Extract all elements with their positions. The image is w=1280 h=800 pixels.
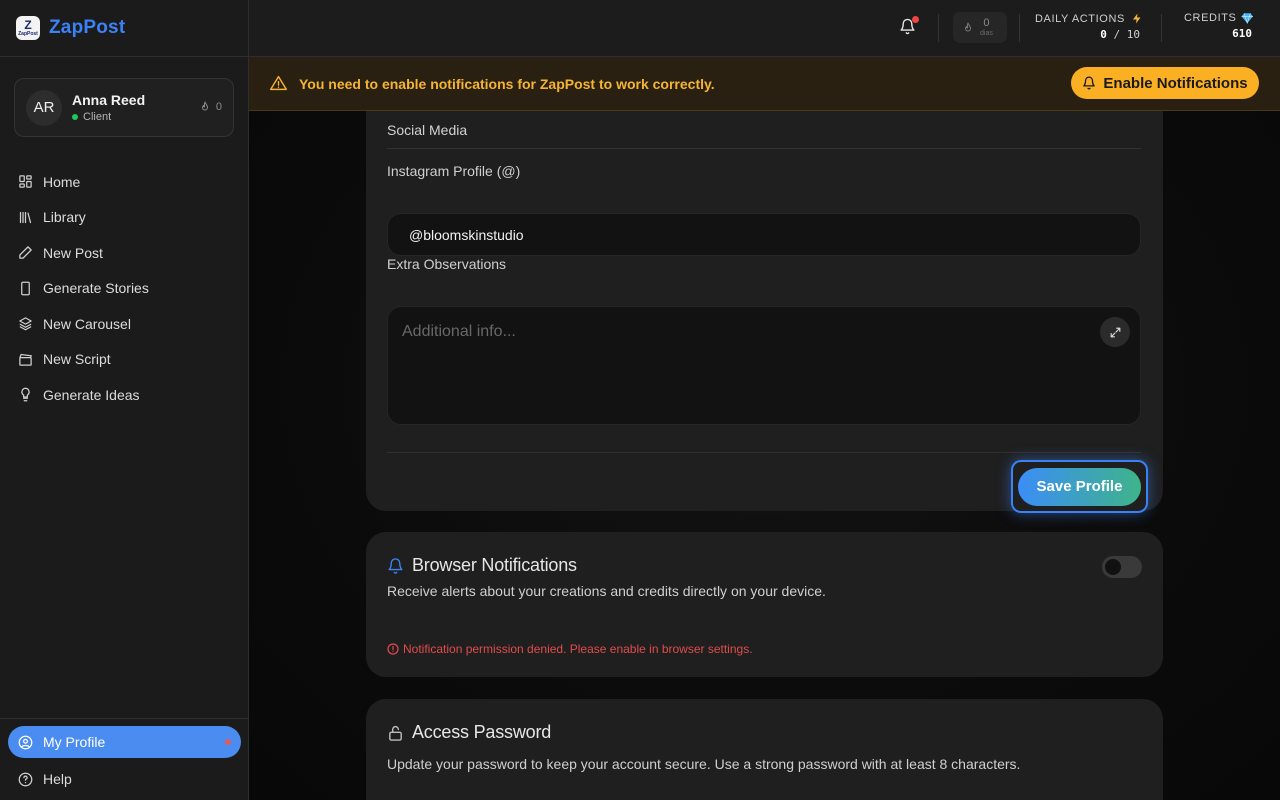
profile-form-card: Social Media Instagram Profile (@) @bloo… (366, 111, 1163, 513)
user-card[interactable]: AR Anna Reed Client 0 (14, 78, 234, 137)
sidebar-item-label: My Profile (43, 734, 106, 750)
user-role: Client (72, 111, 145, 123)
sidebar-item-home[interactable]: Home (0, 164, 249, 200)
streak-values: 0 dias (980, 16, 993, 38)
banner-message: You need to enable notifications for Zap… (299, 76, 715, 92)
card-header: Access Password (387, 722, 551, 743)
daily-actions: DAILY ACTIONS 0 / 10 (1035, 12, 1145, 41)
main-nav: Home Library New Post Generate Stories N… (0, 164, 249, 413)
save-button-focus-ring: Save Profile (1011, 460, 1148, 513)
notification-warning-banner: You need to enable notifications for Zap… (249, 57, 1280, 111)
streak-counter[interactable]: 0 dias (953, 12, 1007, 43)
daily-actions-label: DAILY ACTIONS (1035, 12, 1145, 25)
user-name: Anna Reed (72, 92, 146, 108)
card-description: Update your password to keep your accoun… (387, 756, 1021, 772)
bell-icon (388, 557, 403, 574)
notification-dot (225, 739, 231, 745)
enable-notifications-label: Enable Notifications (1103, 74, 1248, 92)
permission-error: Notification permission denied. Please e… (387, 642, 753, 656)
observations-placeholder: Additional info... (402, 323, 516, 340)
divider (938, 14, 939, 42)
sidebar-item-label: Library (43, 209, 86, 226)
warning-triangle-icon (270, 75, 287, 91)
main-content[interactable]: Social Media Instagram Profile (@) @bloo… (249, 111, 1280, 800)
instagram-label: Instagram Profile (@) (387, 163, 521, 179)
section-title-social-media: Social Media (387, 122, 468, 138)
notifications-toggle[interactable] (1102, 556, 1142, 578)
streak-value: 0 (983, 16, 990, 29)
sidebar-item-help[interactable]: Help (0, 760, 249, 798)
divider (1019, 14, 1020, 42)
save-profile-button[interactable]: Save Profile (1018, 467, 1141, 506)
online-status-dot (72, 114, 78, 120)
layers-icon (19, 317, 32, 331)
user-circle-icon (18, 735, 33, 749)
divider (387, 452, 1141, 453)
browser-notifications-card: Browser Notifications Receive alerts abo… (366, 532, 1163, 677)
notifications-button[interactable] (899, 16, 919, 38)
instagram-input[interactable]: @bloomskinstudio (387, 213, 1141, 256)
topbar: 0 dias DAILY ACTIONS 0 / 10 CREDITS 610 (249, 0, 1280, 57)
card-header: Browser Notifications (387, 555, 577, 576)
sidebar-item-new-script[interactable]: New Script (0, 342, 249, 378)
user-role-label: Client (83, 111, 112, 123)
flame-icon (965, 22, 971, 31)
sidebar-item-label: Help (43, 771, 72, 787)
sidebar-item-new-post[interactable]: New Post (0, 235, 249, 271)
sidebar-item-library[interactable]: Library (0, 200, 249, 236)
credits-label: CREDITS (1184, 12, 1254, 24)
daily-actions-value: 0 / 10 (1100, 28, 1140, 41)
sidebar-item-label: New Carousel (43, 315, 131, 332)
sidebar-item-generate-stories[interactable]: Generate Stories (0, 271, 249, 307)
expand-textarea-button[interactable] (1100, 317, 1130, 347)
pencil-icon (19, 246, 32, 259)
lightning-icon (1132, 13, 1141, 24)
flame-icon (201, 101, 208, 111)
sidebar-item-new-carousel[interactable]: New Carousel (0, 306, 249, 342)
sidebar-item-label: Generate Stories (43, 280, 149, 297)
observations-label: Extra Observations (387, 256, 507, 272)
user-info: Anna Reed Client (72, 92, 145, 123)
home-grid-icon (19, 175, 32, 188)
observations-textarea[interactable]: Additional info... (387, 306, 1141, 425)
card-title: Browser Notifications (412, 555, 577, 575)
expand-icon (1110, 327, 1120, 337)
avatar: AR (26, 89, 62, 126)
clapperboard-icon (19, 353, 32, 366)
brand-name: ZapPost (49, 17, 126, 38)
sidebar-item-my-profile[interactable]: My Profile (8, 726, 241, 758)
sidebar-item-label: New Post (43, 244, 103, 261)
access-password-card: Access Password Update your password to … (366, 699, 1163, 800)
help-circle-icon (18, 772, 33, 786)
divider (387, 148, 1141, 149)
card-description: Receive alerts about your creations and … (387, 583, 826, 599)
alert-circle-icon (387, 643, 399, 655)
library-icon (19, 211, 32, 223)
card-title: Access Password (412, 722, 552, 742)
divider (1161, 14, 1162, 42)
brand[interactable]: Z ZapPost ZapPost (0, 0, 248, 57)
bottom-nav: My Profile Help (0, 718, 249, 798)
sidebar-item-label: Generate Ideas (43, 386, 140, 403)
enable-notifications-button[interactable]: Enable Notifications (1071, 67, 1259, 99)
credits-value: 610 (1232, 27, 1252, 40)
unread-dot (912, 16, 919, 23)
zappost-logo-icon: Z ZapPost (16, 16, 40, 40)
phone-icon (21, 281, 30, 296)
user-streak-count: 0 (215, 101, 222, 113)
toggle-knob (1105, 559, 1121, 575)
lightbulb-icon (21, 387, 30, 402)
sidebar: Z ZapPost ZapPost AR Anna Reed Client 0 … (0, 0, 249, 800)
credits: CREDITS 610 (1184, 12, 1254, 40)
sidebar-item-label: New Script (43, 351, 111, 368)
streak-unit: dias (980, 29, 993, 37)
diamond-icon (1242, 13, 1254, 24)
user-streak: 0 (199, 101, 222, 113)
lock-icon (389, 725, 402, 741)
bell-icon (1083, 76, 1096, 90)
sidebar-item-generate-ideas[interactable]: Generate Ideas (0, 377, 249, 413)
permission-error-text: Notification permission denied. Please e… (403, 642, 753, 656)
sidebar-item-label: Home (43, 173, 81, 190)
